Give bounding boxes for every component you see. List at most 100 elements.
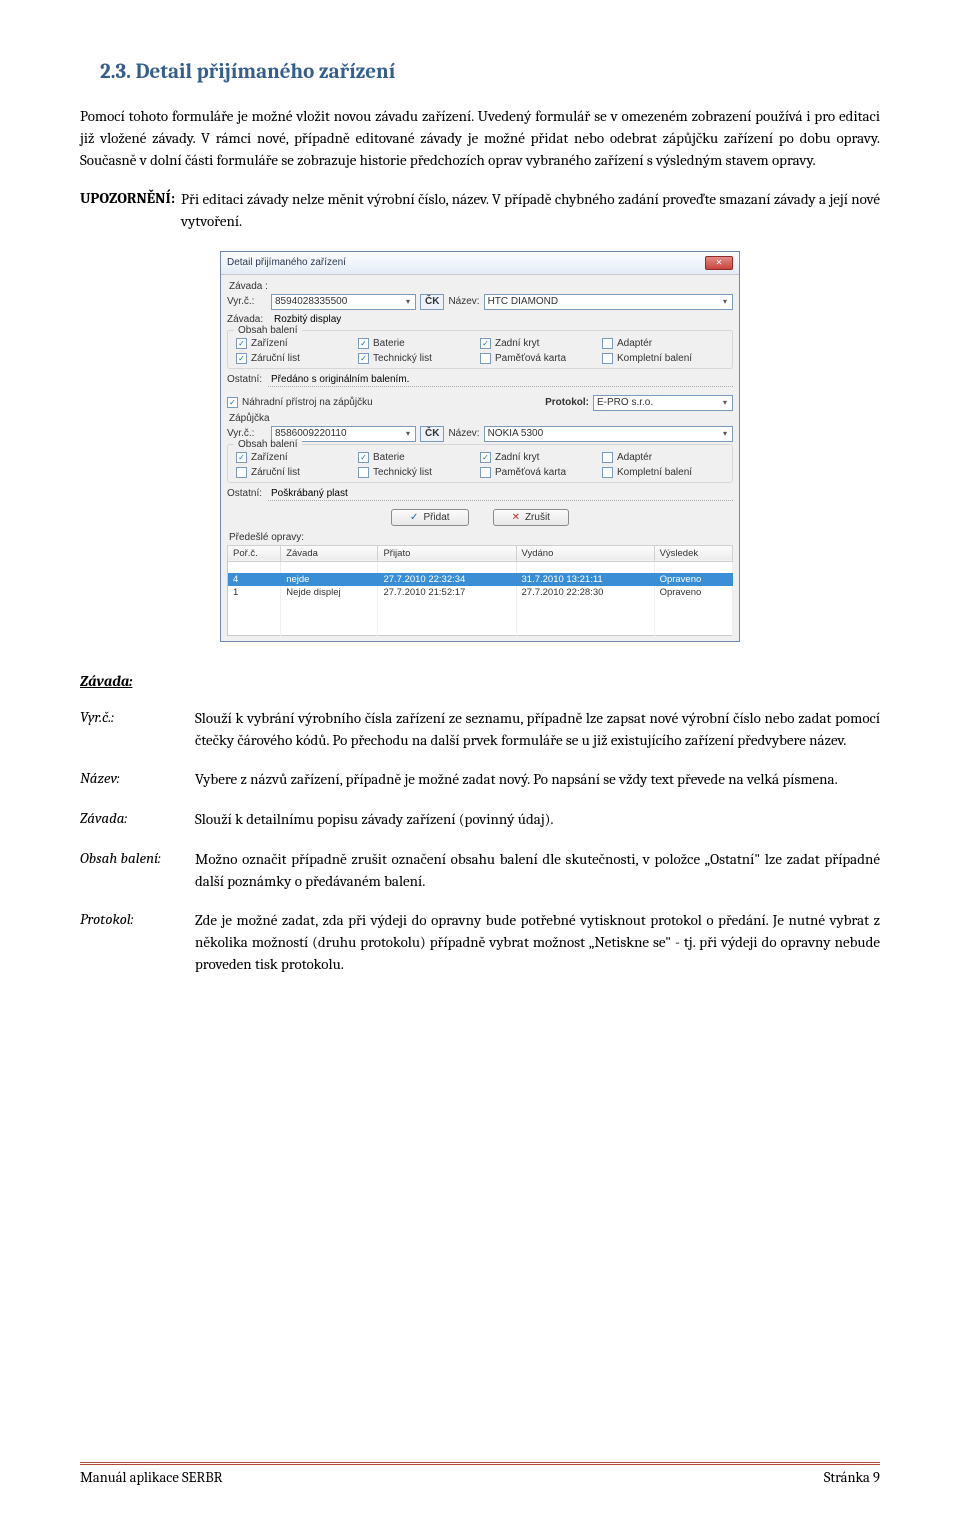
definition-row: Závada:Slouží k detailnímu popisu závady…	[80, 809, 880, 831]
page-footer: Manuál aplikace SERBR Stránka 9	[80, 1462, 880, 1486]
table-header[interactable]: Závada	[281, 545, 378, 561]
checkbox[interactable]: ✓	[358, 353, 369, 364]
table-cell: Opraveno	[654, 586, 732, 599]
checkbox-label: Zařízení	[251, 338, 288, 349]
ostatni2-label: Ostatní:	[227, 488, 262, 499]
table-cell: Nejde displej	[281, 586, 378, 599]
intro-paragraph: Pomocí tohoto formuláře je možné vložit …	[80, 106, 880, 171]
checkbox-label: Záruční list	[251, 353, 300, 364]
nazev2-label: Název:	[448, 428, 479, 439]
add-button-label: Přidat	[423, 512, 449, 523]
footer-right: Stránka 9	[824, 1469, 880, 1486]
nazev-input[interactable]: HTC DIAMOND ▾	[484, 294, 733, 310]
table-header[interactable]: Přijato	[378, 545, 516, 561]
ck-button[interactable]: ČK	[420, 294, 444, 310]
ostatni2-input[interactable]	[268, 487, 733, 501]
definitions-section: Závada: Vyr.č.:Slouží k vybrání výrobníh…	[80, 672, 880, 976]
checkbox[interactable]: ✓	[480, 338, 491, 349]
nahradni-label: Náhradní přístroj na zápůjčku	[242, 397, 373, 408]
definition-term: Vyr.č.:	[80, 708, 195, 752]
checkbox-item: Adaptér	[602, 338, 724, 349]
table-row[interactable]: 4nejde27.7.2010 22:32:3431.7.2010 13:21:…	[228, 573, 733, 586]
obsah-baleni2-group: Obsah balení ✓Zařízení✓Baterie✓Zadní kry…	[227, 444, 733, 483]
nahradni-checkbox[interactable]: ✓	[227, 397, 238, 408]
checkbox[interactable]	[480, 353, 491, 364]
checkbox-label: Záruční list	[251, 467, 300, 478]
checkbox-label: Technický list	[373, 353, 432, 364]
checkbox[interactable]: ✓	[236, 338, 247, 349]
vyrc-input[interactable]: 8594028335500 ▾	[271, 294, 416, 310]
zavada-input[interactable]	[271, 312, 733, 328]
checkbox-label: Paměťová karta	[495, 353, 566, 364]
warning-text: Při editaci závady nelze měnit výrobní č…	[181, 189, 880, 233]
protokol-label: Protokol:	[545, 397, 589, 408]
obsah-baleni-title: Obsah balení	[234, 325, 302, 336]
warning-label: UPOZORNĚNÍ:	[80, 189, 175, 233]
checkbox-item: Kompletní balení	[602, 353, 724, 364]
vyrc2-value: 8586009220110	[275, 428, 347, 439]
checkbox-label: Zadní kryt	[495, 338, 539, 349]
definition-description: Možno označit případně zrušit označení o…	[195, 849, 880, 893]
add-button[interactable]: ✓ Přidat	[391, 509, 469, 526]
checkbox-label: Baterie	[373, 338, 405, 349]
checkbox[interactable]	[236, 467, 247, 478]
definition-term: Závada:	[80, 809, 195, 831]
checkbox-label: Zařízení	[251, 452, 288, 463]
table-cell: 27.7.2010 21:52:17	[378, 586, 516, 599]
table-header[interactable]: Vydáno	[516, 545, 654, 561]
checkbox-item: Paměťová karta	[480, 353, 602, 364]
predesle-label: Předešlé opravy:	[229, 532, 733, 543]
ostatni-input[interactable]	[268, 373, 733, 387]
history-table[interactable]: Poř.č.ZávadaPřijatoVydánoVýsledek 4nejde…	[227, 545, 733, 636]
checkbox[interactable]	[602, 338, 613, 349]
checkbox[interactable]: ✓	[358, 338, 369, 349]
warning-block: UPOZORNĚNÍ: Při editaci závady nelze měn…	[80, 189, 880, 233]
checkbox[interactable]	[480, 467, 491, 478]
checkbox[interactable]	[602, 353, 613, 364]
checkbox-label: Paměťová karta	[495, 467, 566, 478]
checkbox[interactable]	[602, 452, 613, 463]
checkbox[interactable]	[358, 467, 369, 478]
chevron-down-icon[interactable]: ▾	[720, 296, 730, 308]
checkbox-item: ✓ Záruční list	[236, 353, 358, 364]
detail-dialog: Detail přijímaného zařízení ✕ Závada : V…	[220, 251, 740, 642]
obsah-baleni2-title: Obsah balení	[234, 439, 302, 450]
chevron-down-icon[interactable]: ▾	[403, 428, 413, 440]
checkbox[interactable]: ✓	[236, 452, 247, 463]
table-row[interactable]: 1Nejde displej27.7.2010 21:52:1727.7.201…	[228, 586, 733, 599]
zavada-section-label: Závada :	[229, 281, 733, 292]
nazev-label: Název:	[448, 296, 479, 307]
table-cell: nejde	[281, 573, 378, 586]
chevron-down-icon[interactable]: ▾	[403, 296, 413, 308]
checkbox-label: Zadní kryt	[495, 452, 539, 463]
checkbox-item: Technický list	[358, 467, 480, 478]
chevron-down-icon[interactable]: ▾	[720, 397, 730, 409]
table-cell: 27.7.2010 22:28:30	[516, 586, 654, 599]
checkbox-item: ✓ Zadní kryt	[480, 452, 602, 463]
checkbox[interactable]	[602, 467, 613, 478]
vyrc2-label: Vyr.č.:	[227, 428, 267, 439]
checkbox-label: Baterie	[373, 452, 405, 463]
checkbox[interactable]: ✓	[358, 452, 369, 463]
cancel-button[interactable]: ✕ Zrušit	[493, 509, 569, 526]
checkbox-item: ✓ Zařízení	[236, 452, 358, 463]
checkbox[interactable]: ✓	[236, 353, 247, 364]
ck2-button[interactable]: ČK	[420, 426, 444, 442]
table-header[interactable]: Výsledek	[654, 545, 732, 561]
history-table-wrap: Poř.č.ZávadaPřijatoVydánoVýsledek 4nejde…	[227, 545, 733, 635]
table-cell: Opraveno	[654, 573, 732, 586]
checkbox-label: Adaptér	[617, 338, 652, 349]
close-icon[interactable]: ✕	[705, 256, 733, 270]
checkbox-label: Adaptér	[617, 452, 652, 463]
nazev2-input[interactable]: NOKIA 5300 ▾	[484, 426, 733, 442]
checkbox-label: Kompletní balení	[617, 353, 692, 364]
checkbox-item: ✓ Zařízení	[236, 338, 358, 349]
dialog-titlebar: Detail přijímaného zařízení ✕	[221, 252, 739, 275]
table-header[interactable]: Poř.č.	[228, 545, 281, 561]
definitions-heading: Závada:	[80, 672, 880, 690]
checkbox[interactable]: ✓	[480, 452, 491, 463]
chevron-down-icon[interactable]: ▾	[720, 428, 730, 440]
protokol-select[interactable]: E-PRO s.r.o. ▾	[593, 395, 733, 411]
definition-row: Obsah balení:Možno označit případně zruš…	[80, 849, 880, 893]
cancel-button-label: Zrušit	[525, 512, 550, 523]
